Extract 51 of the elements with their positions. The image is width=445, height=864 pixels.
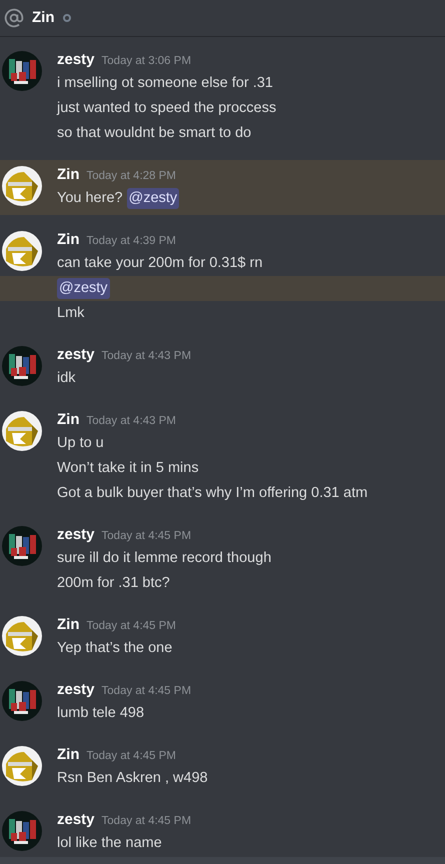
message-text: sure ill do it lemme record though — [57, 548, 272, 568]
status-icon — [62, 14, 70, 22]
message-text: Got a bulk buyer that’s why I’m offering 0.31 atm — [57, 484, 368, 503]
mention[interactable]: @zesty — [57, 278, 110, 300]
avatar[interactable] — [2, 51, 42, 91]
message-text: can take your 200m for 0.31$ rn — [57, 254, 263, 273]
avatar[interactable] — [2, 526, 42, 566]
timestamp: Today at 4:43 PM — [86, 414, 176, 429]
author-name[interactable]: zesty — [57, 344, 95, 366]
timestamp: Today at 4:45 PM — [102, 684, 192, 699]
timestamp: Today at 3:06 PM — [102, 54, 192, 69]
message-text: Lmk — [57, 304, 84, 323]
avatar[interactable] — [2, 346, 42, 386]
author-name[interactable]: Zin — [57, 229, 80, 252]
avatar[interactable] — [2, 411, 42, 451]
message-text: Rsn Ben Askren , w498 — [57, 768, 208, 788]
timestamp: Today at 4:45 PM — [102, 814, 192, 829]
avatar[interactable] — [2, 746, 42, 786]
avatar[interactable] — [2, 166, 42, 206]
message-text: 200m for .31 btc? — [57, 574, 170, 593]
author-name[interactable]: zesty — [57, 524, 95, 546]
author-name[interactable]: zesty — [57, 809, 95, 832]
channel-title: Zin — [32, 8, 54, 28]
avatar[interactable] — [2, 616, 42, 656]
message-text: just wanted to speed the proccess — [57, 98, 276, 118]
message-text: You here? — [57, 188, 123, 208]
message-text: i mselling ot someone else for .31 — [57, 74, 273, 93]
message-text: Yep that’s the one — [57, 638, 172, 658]
timestamp: Today at 4:43 PM — [102, 349, 192, 364]
author-name[interactable]: Zin — [57, 744, 80, 766]
message-text: lol like the name — [57, 834, 162, 853]
author-name[interactable]: zesty — [57, 679, 95, 702]
message-text: Up to u — [57, 434, 104, 453]
timestamp: Today at 4:45 PM — [86, 619, 176, 634]
timestamp: Today at 4:28 PM — [86, 169, 176, 184]
author-name[interactable]: Zin — [57, 614, 80, 636]
timestamp: Today at 4:39 PM — [86, 234, 176, 249]
author-name[interactable]: Zin — [57, 409, 80, 432]
message-text: lumb tele 498 — [57, 704, 144, 723]
author-name[interactable]: zesty — [57, 49, 95, 72]
at-sign-icon — [4, 8, 24, 28]
author-name[interactable]: Zin — [57, 164, 80, 186]
mention[interactable]: @zesty — [126, 188, 180, 210]
timestamp: Today at 4:45 PM — [102, 529, 192, 544]
avatar[interactable] — [2, 681, 42, 721]
message-text: so that wouldnt be smart to do — [57, 124, 252, 143]
avatar[interactable] — [2, 811, 42, 851]
message-text: Won’t take it in 5 mins — [57, 458, 199, 478]
avatar[interactable] — [2, 231, 42, 271]
timestamp: Today at 4:45 PM — [86, 749, 176, 764]
message-text: idk — [57, 368, 76, 388]
